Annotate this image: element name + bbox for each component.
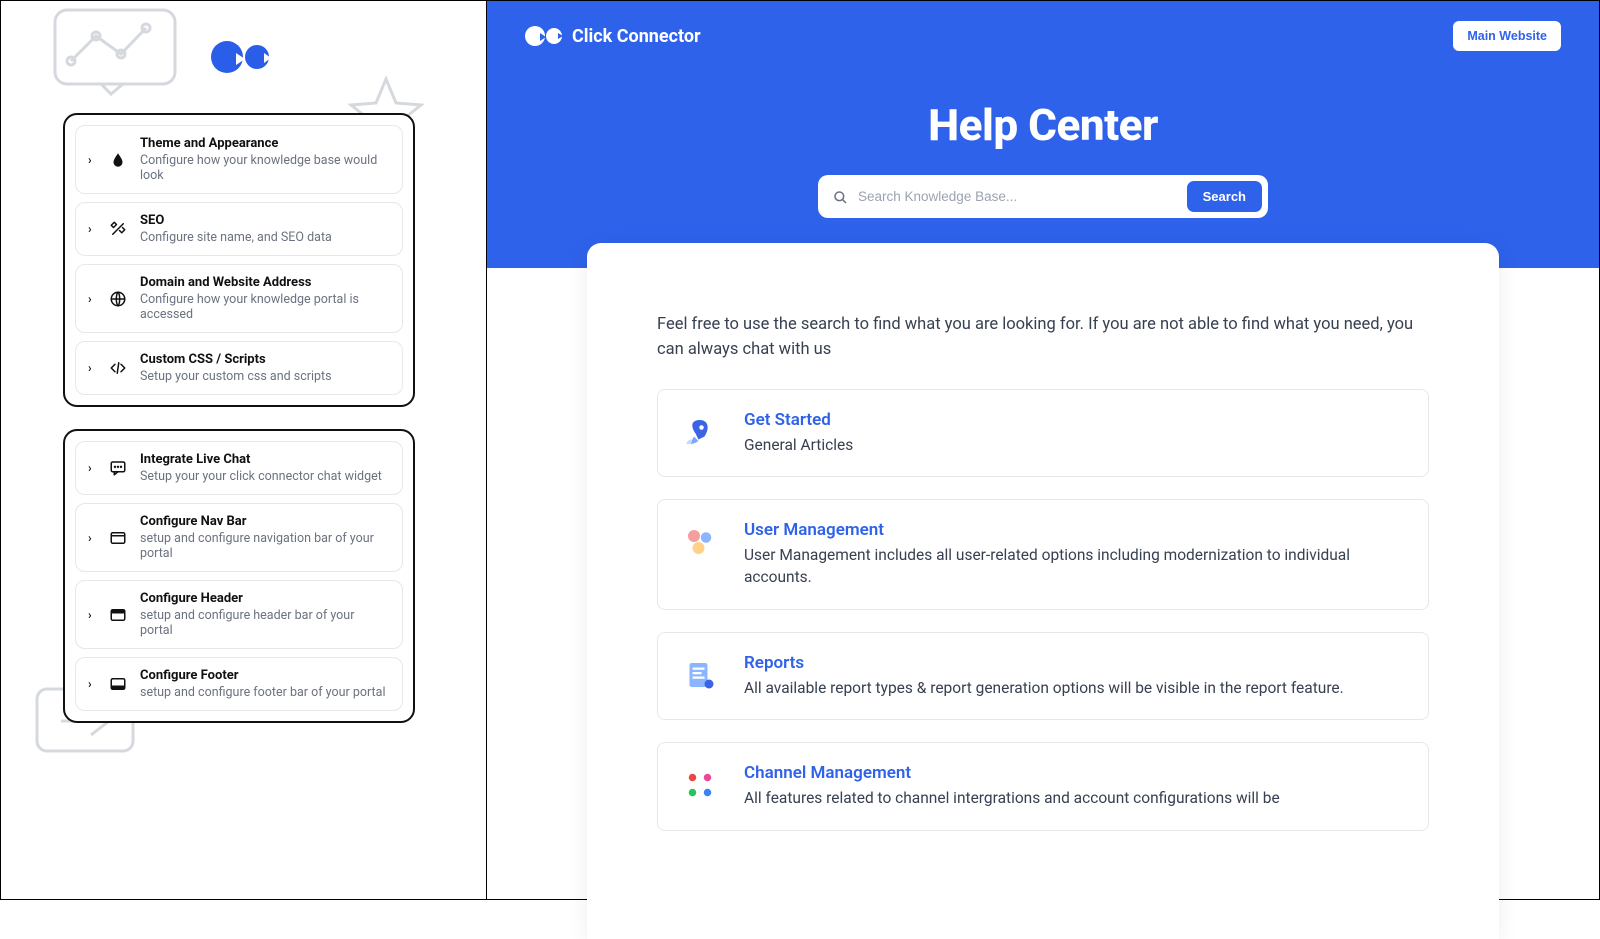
search-bar: Search xyxy=(818,175,1268,218)
config-row-seo[interactable]: › SEO Configure site name, and SEO data xyxy=(75,202,403,256)
config-row-desc: setup and configure footer bar of your p… xyxy=(140,685,390,700)
config-row-title: Domain and Website Address xyxy=(140,275,390,290)
chevron-right-icon: › xyxy=(88,461,96,475)
topic-desc: All available report types & report gene… xyxy=(744,677,1404,699)
search-icon xyxy=(832,189,848,205)
topic-reports[interactable]: Reports All available report types & repo… xyxy=(657,632,1429,720)
topic-user-management[interactable]: User Management User Management includes … xyxy=(657,499,1429,610)
config-row-title: Configure Nav Bar xyxy=(140,514,390,529)
topic-title: Reports xyxy=(744,653,1404,673)
globe-icon xyxy=(108,289,128,309)
layout-footer-icon xyxy=(108,674,128,694)
brand-logo-icon xyxy=(525,26,562,46)
topic-title: Get Started xyxy=(744,410,1404,430)
help-center-preview: Click Connector Main Website Help Center… xyxy=(486,1,1599,899)
chevron-right-icon: › xyxy=(88,153,96,167)
config-row-title: Custom CSS / Scripts xyxy=(140,352,390,367)
chevron-right-icon: › xyxy=(88,677,96,691)
config-row-configure-footer[interactable]: › Configure Footer setup and configure foo… xyxy=(75,657,403,711)
topic-desc: User Management includes all user-relate… xyxy=(744,544,1404,589)
topic-desc: All features related to channel intergra… xyxy=(744,787,1404,809)
config-row-desc: Configure how your knowledge portal is a… xyxy=(140,292,390,322)
config-row-integrate-live-chat[interactable]: › Integrate Live Chat Setup your your clic… xyxy=(75,441,403,495)
tools-icon xyxy=(108,219,128,239)
config-row-desc: Configure how your knowledge base would … xyxy=(140,153,390,183)
config-row-title: SEO xyxy=(140,213,390,228)
chevron-right-icon: › xyxy=(88,292,96,306)
config-row-desc: setup and configure header bar of your p… xyxy=(140,608,390,638)
layout-top-icon xyxy=(108,528,128,548)
layout-header-icon xyxy=(108,605,128,625)
config-group-appearance: › Theme and Appearance Configure how your … xyxy=(63,113,415,407)
channels-icon xyxy=(682,767,718,803)
config-row-configure-header[interactable]: › Configure Header setup and configure hea… xyxy=(75,580,403,649)
config-row-desc: Setup your your click connector chat wid… xyxy=(140,469,390,484)
chat-icon xyxy=(108,458,128,478)
code-icon xyxy=(108,358,128,378)
search-input[interactable] xyxy=(858,189,1177,204)
topic-title: User Management xyxy=(744,520,1404,540)
droplet-icon xyxy=(108,150,128,170)
users-icon xyxy=(682,524,718,560)
search-button[interactable]: Search xyxy=(1187,181,1262,212)
config-row-title: Theme and Appearance xyxy=(140,136,390,151)
main-website-button[interactable]: Main Website xyxy=(1453,21,1561,51)
rocket-icon xyxy=(682,414,718,450)
intro-text: Feel free to use the search to find what… xyxy=(657,313,1429,363)
config-row-theme-and-appearance[interactable]: › Theme and Appearance Configure how your … xyxy=(75,125,403,194)
config-row-desc: setup and configure navigation bar of yo… xyxy=(140,531,390,561)
content-card: Feel free to use the search to find what… xyxy=(587,243,1499,939)
chevron-right-icon: › xyxy=(88,222,96,236)
config-row-domain-and-website-address[interactable]: › Domain and Website Address Configure how… xyxy=(75,264,403,333)
topic-title: Channel Management xyxy=(744,763,1404,783)
hero: Click Connector Main Website Help Center… xyxy=(487,1,1599,268)
doodle-chart-icon xyxy=(51,6,181,96)
chevron-right-icon: › xyxy=(88,608,96,622)
brand-name: Click Connector xyxy=(572,26,701,47)
left-panel: › Theme and Appearance Configure how your … xyxy=(1,1,486,899)
config-row-title: Configure Footer xyxy=(140,668,390,683)
chevron-right-icon: › xyxy=(88,361,96,375)
report-icon xyxy=(682,657,718,693)
config-row-desc: Setup your custom css and scripts xyxy=(140,369,390,384)
topic-get-started[interactable]: Get Started General Articles xyxy=(657,389,1429,477)
config-row-title: Integrate Live Chat xyxy=(140,452,390,467)
topic-channel-management[interactable]: Channel Management All features related t… xyxy=(657,742,1429,830)
hero-brand: Click Connector xyxy=(525,26,701,47)
brand-logo-icon xyxy=(211,41,269,73)
config-row-configure-nav-bar[interactable]: › Configure Nav Bar setup and configure na… xyxy=(75,503,403,572)
config-row-custom-css-scripts[interactable]: › Custom CSS / Scripts Setup your custom c… xyxy=(75,341,403,395)
config-row-title: Configure Header xyxy=(140,591,390,606)
page-title: Help Center xyxy=(525,99,1561,151)
config-group-layout: › Integrate Live Chat Setup your your clic… xyxy=(63,429,415,723)
topic-desc: General Articles xyxy=(744,434,1404,456)
config-row-desc: Configure site name, and SEO data xyxy=(140,230,390,245)
chevron-right-icon: › xyxy=(88,531,96,545)
